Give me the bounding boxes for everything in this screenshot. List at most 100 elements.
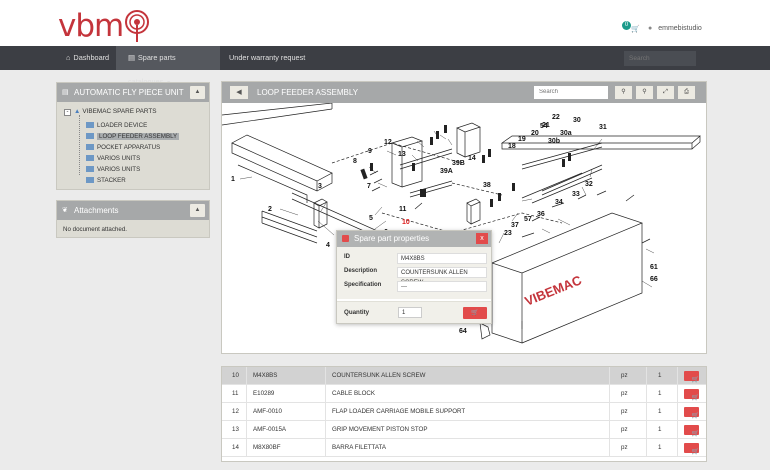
collapse-button[interactable]: ▲ [190, 204, 205, 217]
callout-30[interactable]: 30 [573, 117, 581, 124]
callout-61[interactable]: 61 [650, 264, 658, 271]
image-icon [86, 122, 94, 128]
table-row[interactable]: 11 E10289 CABLE BLOCK pz 1 🛒 [222, 385, 706, 403]
callout-54[interactable]: 54 [540, 123, 548, 130]
collapse-button[interactable]: ▲ [190, 86, 205, 99]
callout-14[interactable]: 14 [468, 155, 476, 162]
callout-31[interactable]: 31 [599, 124, 607, 131]
cell-description: BARRA FILETTATA [332, 444, 386, 451]
part-icon [342, 235, 349, 242]
callout-4[interactable]: 4 [326, 242, 330, 249]
callout-7[interactable]: 7 [367, 183, 371, 190]
callout-39B[interactable]: 39B [452, 160, 465, 167]
add-to-cart-button[interactable]: 🛒 [684, 425, 699, 437]
drawing-search-input[interactable] [534, 86, 608, 99]
nav-dashboard-label: Dashboard [73, 53, 110, 62]
unit-tree-panel: ▤ AUTOMATIC FLY PIECE UNIT ▲ - ▲ VIBEMAC S… [56, 82, 210, 190]
print-button[interactable]: ⎙ [678, 86, 695, 99]
cell-qty: 1 [658, 372, 662, 379]
callout-5[interactable]: 5 [369, 215, 373, 222]
nav-dashboard[interactable]: ⌂ Dashboard [66, 46, 109, 70]
callout-33[interactable]: 33 [572, 191, 580, 198]
callout-37[interactable]: 37 [511, 222, 519, 229]
nav-spare-parts-catalogues[interactable]: ▤Spare parts catalogues▼ [116, 46, 220, 86]
callout-39A[interactable]: 39A [440, 168, 453, 175]
cell-description: FLAP LOADER CARRIAGE MOBILE SUPPORT [332, 408, 466, 415]
table-row[interactable]: 14 M8X80BF BARRA FILETTATA pz 1 🛒 [222, 439, 706, 457]
callout-10[interactable]: 10 [402, 219, 410, 226]
spare-part-properties-dialog: Spare part properties x ID M4X8BS Descri… [336, 230, 492, 324]
vbm-logo[interactable]: vbm [58, 9, 150, 43]
callout-64[interactable]: 64 [459, 328, 467, 335]
back-button[interactable]: ◀ [230, 86, 248, 99]
add-to-cart-button[interactable]: 🛒 [684, 407, 699, 419]
add-to-cart-button[interactable]: 🛒 [463, 307, 487, 319]
callout-22[interactable]: 22 [552, 114, 560, 121]
cart-button[interactable]: 0 🛒 [622, 21, 644, 38]
callout-23[interactable]: 23 [504, 230, 512, 237]
image-icon [86, 155, 94, 161]
search-input[interactable] [624, 51, 696, 66]
callout-8[interactable]: 8 [353, 158, 357, 165]
unit-panel-header: ▤ AUTOMATIC FLY PIECE UNIT ▲ [57, 83, 209, 102]
add-to-cart-button[interactable]: 🛒 [684, 371, 699, 383]
callout-1[interactable]: 1 [231, 176, 235, 183]
nav-warranty-request[interactable]: Under warranty request [229, 46, 305, 70]
table-row[interactable]: 13 AMF-0015A GRIP MOVEMENT PISTON STOP p… [222, 421, 706, 439]
callout-3[interactable]: 3 [318, 183, 322, 190]
callout-2[interactable]: 2 [268, 206, 272, 213]
dialog-footer: Quantity 1 🛒 [337, 301, 491, 323]
tree-item-varios-units[interactable]: VARIOS UNITS [86, 164, 179, 175]
table-row[interactable]: 10 M4X8BS COUNTERSUNK ALLEN SCREW pz 1 🛒 [222, 367, 706, 385]
cart-count-badge: 0 [622, 21, 631, 30]
field-label-id: ID [344, 254, 350, 260]
quantity-input[interactable]: 1 [398, 307, 422, 318]
column-divider [609, 367, 610, 457]
unit-panel-title: AUTOMATIC FLY PIECE UNIT [74, 88, 184, 97]
cell-code: E10289 [253, 390, 275, 397]
callout-18[interactable]: 18 [508, 143, 516, 150]
callout-9[interactable]: 9 [368, 148, 372, 155]
tree-item-pocket-apparatus[interactable]: POCKET APPARATUS [86, 142, 179, 153]
cell-code: M4X8BS [253, 372, 278, 379]
cell-unit: pz [621, 444, 628, 451]
add-to-cart-button[interactable]: 🛒 [684, 389, 699, 401]
callout-57[interactable]: 57 [524, 216, 532, 223]
callout-20[interactable]: 20 [531, 130, 539, 137]
tree-item-loop-feeder-assembly[interactable]: LOOP FEEDER ASSEMBLY [86, 131, 180, 142]
column-divider [646, 367, 647, 457]
add-to-cart-button[interactable]: 🛒 [684, 443, 699, 455]
cell-description: CABLE BLOCK [332, 390, 375, 397]
callout-12[interactable]: 12 [384, 139, 392, 146]
tree-root[interactable]: - ▲ VIBEMAC SPARE PARTS [64, 108, 157, 116]
callout-66[interactable]: 66 [650, 276, 658, 283]
drawing-title: LOOP FEEDER ASSEMBLY [257, 88, 359, 97]
callout-34[interactable]: 34 [555, 199, 563, 206]
close-button[interactable]: x [476, 233, 488, 244]
collapse-tree-icon[interactable]: - [64, 109, 71, 116]
table-row[interactable]: 12 AMF-0010 FLAP LOADER CARRIAGE MOBILE … [222, 403, 706, 421]
main-nav: ⌂Dashboard ▤Spare parts catalogues▼ Unde… [0, 46, 770, 86]
tree-items: LOADER DEVICE LOOP FEEDER ASSEMBLY POCKE… [86, 120, 180, 186]
cell-code: AMF-0010 [253, 408, 282, 415]
callout-30b[interactable]: 30b [548, 138, 560, 145]
fullscreen-button[interactable]: ⤢ [657, 86, 674, 99]
callout-38[interactable]: 38 [483, 182, 491, 189]
cell-unit: pz [621, 426, 628, 433]
drawing-header: ◀ LOOP FEEDER ASSEMBLY ⚲ ⚲ ⤢ ⎙ [222, 82, 706, 103]
book-icon: ▤ [62, 89, 69, 96]
tree-item-loader-device[interactable]: LOADER DEVICE [86, 120, 179, 131]
callout-32[interactable]: 32 [585, 181, 593, 188]
callout-36[interactable]: 36 [537, 211, 545, 218]
callout-11[interactable]: 11 [399, 206, 407, 213]
callout-19[interactable]: 19 [518, 136, 526, 143]
zoom-out-button[interactable]: ⚲ [636, 86, 653, 99]
tree-item-stacker[interactable]: STACKER [86, 175, 179, 186]
zoom-in-button[interactable]: ⚲ [615, 86, 632, 99]
dialog-title: Spare part properties [354, 234, 430, 243]
callout-13[interactable]: 13 [398, 151, 406, 158]
zoom-in-icon: ⚲ [621, 89, 626, 95]
tree-item-varios-units[interactable]: VARIOS UNITS [86, 153, 179, 164]
user-menu[interactable]: ● emmebistudio [648, 25, 702, 32]
callout-30a[interactable]: 30a [560, 130, 572, 137]
